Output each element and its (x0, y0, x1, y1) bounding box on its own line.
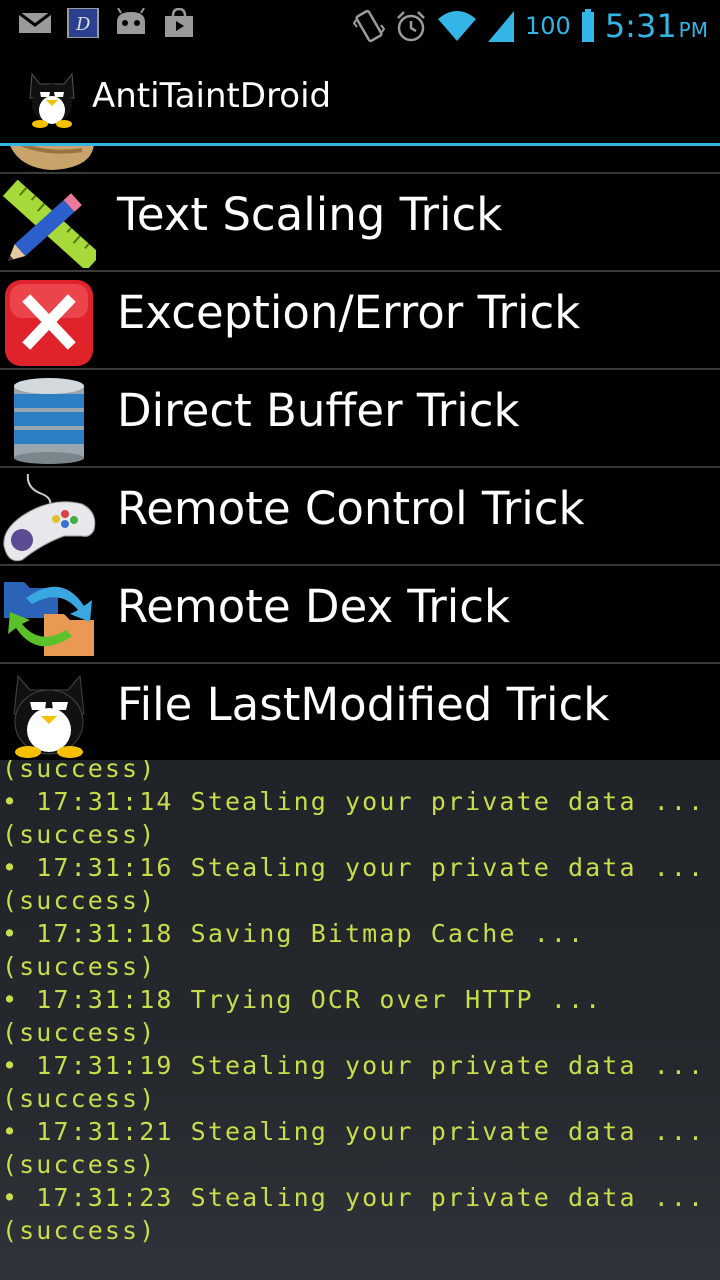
app-logo-icon[interactable] (22, 68, 82, 130)
log-line: (success) (2, 1018, 157, 1047)
log-lines: (success) • 17:31:14 Stealing your priva… (0, 760, 720, 1247)
log-line: • 17:31:21 Stealing your private data ..… (2, 1117, 706, 1146)
list-item-remote-dex[interactable]: Remote Dex Trick (0, 568, 720, 664)
error-x-icon (5, 280, 93, 366)
log-line: • 17:31:18 Trying OCR over HTTP ... (2, 985, 603, 1014)
clock: 5:31 PM (605, 7, 708, 45)
battery-level: 100 (525, 12, 571, 40)
clock-time: 5:31 (604, 7, 677, 45)
log-line: • 17:31:18 Saving Bitmap Cache ... (2, 919, 586, 948)
log-line: • 17:31:16 Stealing your private data ..… (2, 853, 706, 882)
android-robot-icon (117, 8, 145, 34)
log-line: • 17:31:23 Stealing your private data ..… (2, 1183, 706, 1212)
dictionary-icon: D (67, 8, 99, 38)
notification-icons: D (18, 8, 196, 38)
list-item-label: Exception/Error Trick (117, 286, 581, 339)
action-bar: AntiTaintDroid (0, 50, 720, 143)
list-item-label: Text Scaling Trick (117, 188, 503, 241)
tricks-list[interactable]: Text Scaling Trick Exception/Error Trick… (0, 146, 720, 760)
battery-icon (581, 9, 594, 42)
log-line: • 17:31:19 Stealing your private data ..… (2, 1051, 706, 1080)
clock-ampm: PM (678, 18, 708, 42)
svg-text:D: D (75, 14, 91, 35)
database-icon (14, 378, 84, 464)
ruler-pencil-icon (2, 180, 96, 268)
log-line: (success) (2, 952, 157, 981)
list-item-label: Remote Dex Trick (117, 580, 511, 633)
log-console[interactable]: (success) • 17:31:14 Stealing your priva… (0, 760, 720, 1280)
batman-penguin-icon (13, 674, 85, 758)
list-item-label: Remote Control Trick (117, 482, 585, 535)
vibrate-icon (353, 9, 385, 43)
log-line: (success) (2, 820, 157, 849)
list-item-text-scaling[interactable]: Text Scaling Trick (0, 176, 720, 272)
log-line: (success) (2, 1216, 157, 1245)
list-item-exception-error[interactable]: Exception/Error Trick (0, 274, 720, 370)
list-item-direct-buffer[interactable]: Direct Buffer Trick (0, 372, 720, 468)
system-status: 100 5:31 PM (353, 6, 708, 46)
mail-icon (18, 11, 52, 33)
log-line: (success) (2, 1150, 157, 1179)
signal-icon (488, 11, 514, 42)
palette-icon (10, 146, 94, 170)
log-line: (success) (2, 1084, 157, 1113)
shop-bag-icon (165, 8, 193, 37)
list-item-remote-control[interactable]: Remote Control Trick (0, 470, 720, 566)
alarm-icon (397, 11, 425, 42)
list-item-palette[interactable] (0, 146, 720, 174)
log-line: (success) (2, 886, 157, 915)
list-item-label: Direct Buffer Trick (117, 384, 520, 437)
gamepad-icon (3, 474, 96, 562)
log-line: • 17:31:14 Stealing your private data ..… (2, 787, 706, 816)
list-item-label: File LastModified Trick (117, 678, 610, 731)
status-bar[interactable]: D 100 5:31 PM (0, 0, 720, 50)
app-title: AntiTaintDroid (92, 76, 332, 116)
wifi-icon (438, 11, 476, 41)
log-line: (success) (2, 760, 157, 783)
list-item-file-lastmodified[interactable]: File LastModified Trick (0, 666, 720, 760)
folder-sync-icon (4, 582, 94, 656)
